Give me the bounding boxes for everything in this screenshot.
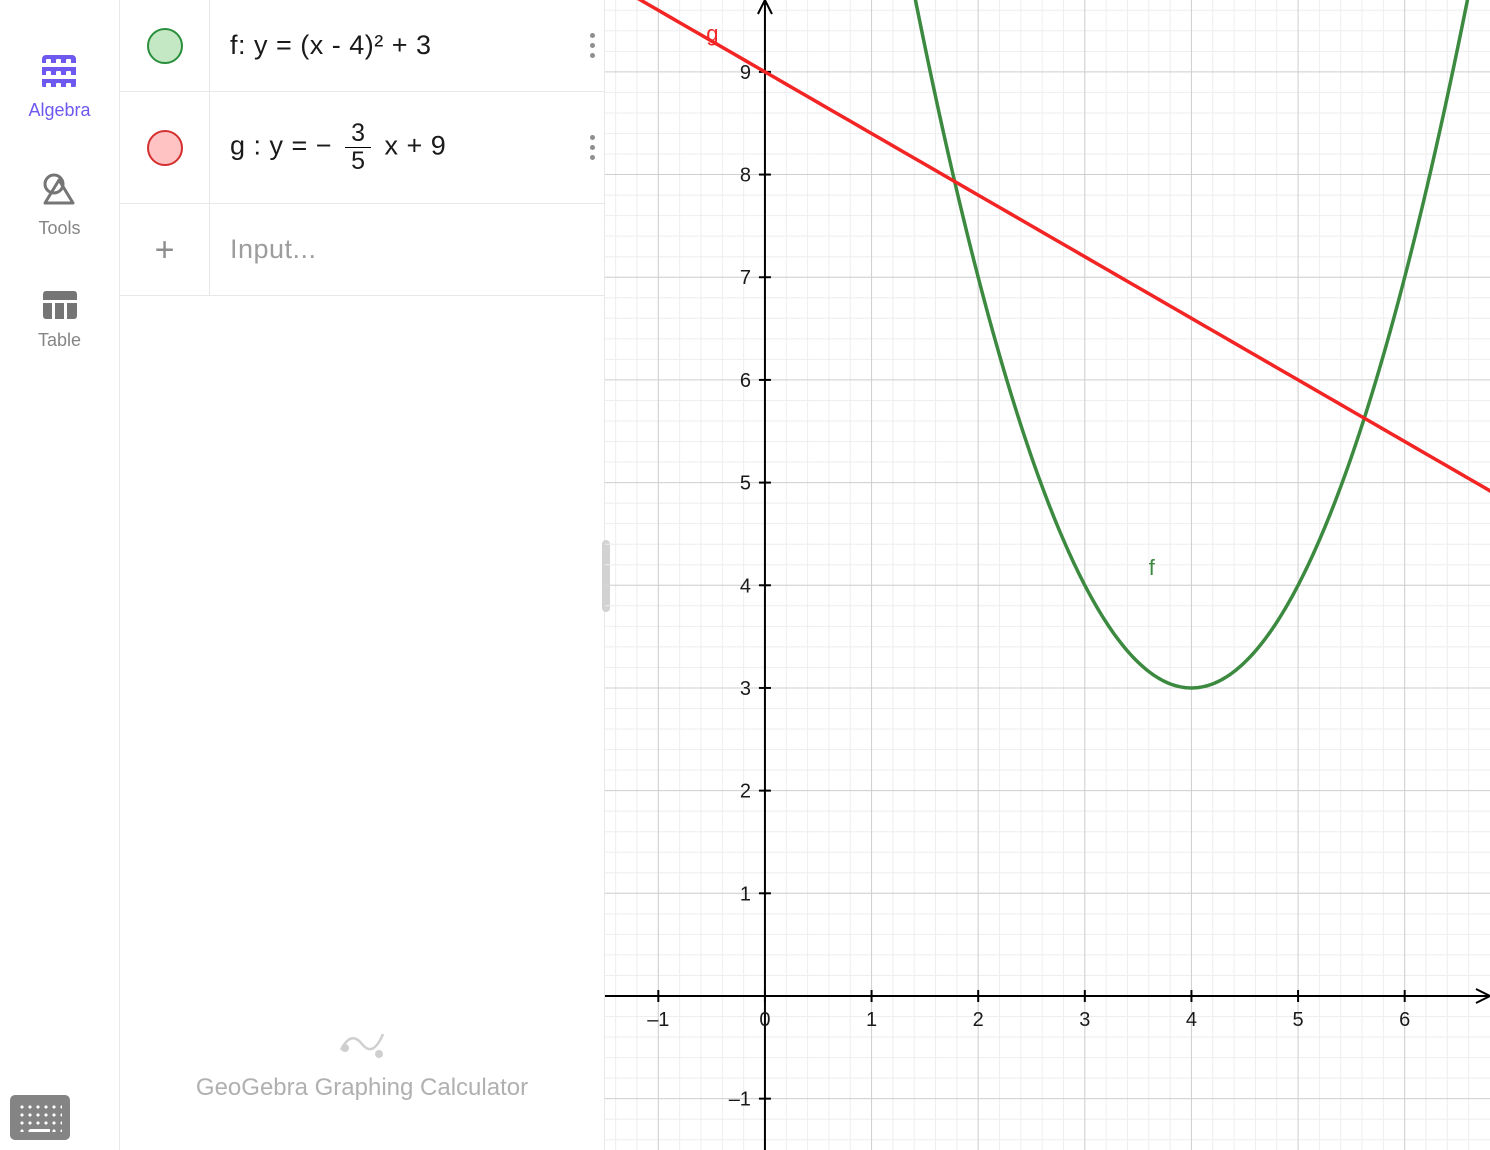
graph-canvas[interactable]: –1 0 1 2 3 4 5 6 –1 1 2 3 4 5 6 7 8 9 f g bbox=[605, 0, 1490, 1150]
footer-text: GeoGebra Graphing Calculator bbox=[196, 1074, 528, 1102]
sidebar-label: Tools bbox=[38, 218, 80, 239]
svg-text:4: 4 bbox=[1186, 1009, 1197, 1031]
sidebar-label: Table bbox=[38, 330, 81, 351]
svg-text:f: f bbox=[1149, 555, 1156, 580]
sidebar-tab-tools[interactable]: Tools bbox=[38, 173, 80, 239]
algebra-icon bbox=[42, 55, 76, 89]
svg-text:–1: –1 bbox=[729, 1089, 751, 1111]
svg-text:6: 6 bbox=[1399, 1009, 1410, 1031]
fraction: 35 bbox=[345, 120, 371, 175]
svg-text:6: 6 bbox=[740, 370, 751, 392]
table-icon bbox=[43, 291, 77, 319]
sidebar-tab-table[interactable]: Table bbox=[38, 291, 81, 351]
svg-text:1: 1 bbox=[866, 1009, 877, 1031]
svg-text:2: 2 bbox=[973, 1009, 984, 1031]
row-color-toggle[interactable] bbox=[120, 92, 210, 203]
expression-input[interactable]: Input... bbox=[210, 234, 604, 265]
svg-text:5: 5 bbox=[1293, 1009, 1304, 1031]
expression-row[interactable]: g : y = − 35 x + 9 bbox=[120, 92, 604, 204]
expression-f[interactable]: f: y = (x - 4)² + 3 bbox=[210, 30, 580, 61]
color-circle-f bbox=[147, 28, 183, 64]
more-icon[interactable] bbox=[580, 33, 604, 58]
svg-text:–1: –1 bbox=[647, 1009, 669, 1031]
row-color-toggle[interactable] bbox=[120, 0, 210, 91]
more-icon[interactable] bbox=[580, 135, 604, 160]
input-row[interactable]: + Input... bbox=[120, 204, 604, 296]
svg-text:7: 7 bbox=[740, 267, 751, 289]
svg-text:g: g bbox=[706, 21, 718, 46]
sidebar: Algebra Tools Table bbox=[0, 0, 120, 1150]
tools-icon bbox=[43, 173, 77, 207]
logo-icon bbox=[339, 1026, 385, 1060]
add-expression[interactable]: + bbox=[120, 204, 210, 295]
svg-text:3: 3 bbox=[740, 678, 751, 700]
expression-g[interactable]: g : y = − 35 x + 9 bbox=[210, 120, 580, 175]
expression-row[interactable]: f: y = (x - 4)² + 3 bbox=[120, 0, 604, 92]
svg-text:4: 4 bbox=[740, 575, 751, 597]
svg-text:2: 2 bbox=[740, 781, 751, 803]
color-circle-g bbox=[147, 130, 183, 166]
algebra-panel: f: y = (x - 4)² + 3 g : y = − 35 x + 9 +… bbox=[120, 0, 605, 1150]
footer: GeoGebra Graphing Calculator bbox=[120, 996, 604, 1150]
svg-text:5: 5 bbox=[740, 473, 751, 495]
svg-text:3: 3 bbox=[1079, 1009, 1090, 1031]
svg-text:1: 1 bbox=[740, 883, 751, 905]
plus-icon: + bbox=[155, 233, 175, 267]
svg-text:0: 0 bbox=[759, 1009, 770, 1031]
svg-text:8: 8 bbox=[740, 165, 751, 187]
sidebar-label: Algebra bbox=[28, 100, 90, 121]
keyboard-button[interactable] bbox=[10, 1095, 70, 1140]
svg-text:9: 9 bbox=[740, 62, 751, 84]
sidebar-tab-algebra[interactable]: Algebra bbox=[28, 55, 90, 121]
